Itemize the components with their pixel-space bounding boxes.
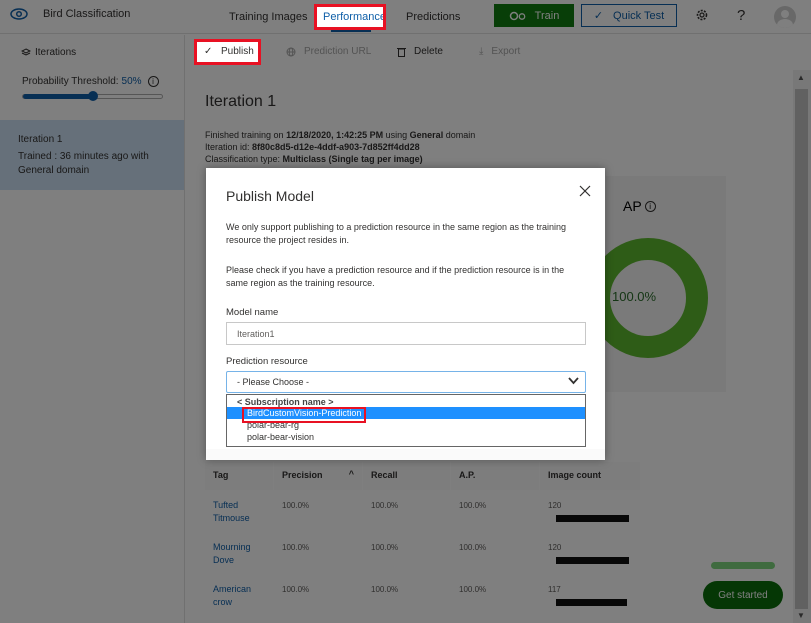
dialog-info-paragraph-2: Please check if you have a prediction re…	[226, 265, 565, 288]
publish-model-dialog: Publish Model We only support publishing…	[206, 168, 605, 460]
option-group-subscription: < Subscription name >	[237, 397, 334, 407]
dialog-title: Publish Model	[226, 188, 314, 204]
dialog-footer-strip	[206, 449, 605, 460]
option-polar-bear-vision[interactable]: polar-bear-vision	[227, 431, 585, 443]
prediction-resource-listbox: < Subscription name > BirdCustomVision-P…	[226, 394, 586, 447]
chevron-down-icon	[568, 377, 579, 385]
prediction-resource-label: Prediction resource	[226, 356, 308, 367]
selected-option-red-box	[242, 407, 366, 423]
prediction-resource-select[interactable]: - Please Choose -	[226, 371, 586, 393]
model-name-label: Model name	[226, 307, 279, 318]
dialog-info-paragraph-1: We only support publishing to a predicti…	[226, 222, 567, 245]
close-icon[interactable]	[577, 183, 593, 199]
select-placeholder: - Please Choose -	[237, 377, 310, 387]
publish-red-box	[194, 39, 261, 65]
model-name-input[interactable]	[226, 322, 586, 345]
performance-red-box	[314, 4, 386, 30]
